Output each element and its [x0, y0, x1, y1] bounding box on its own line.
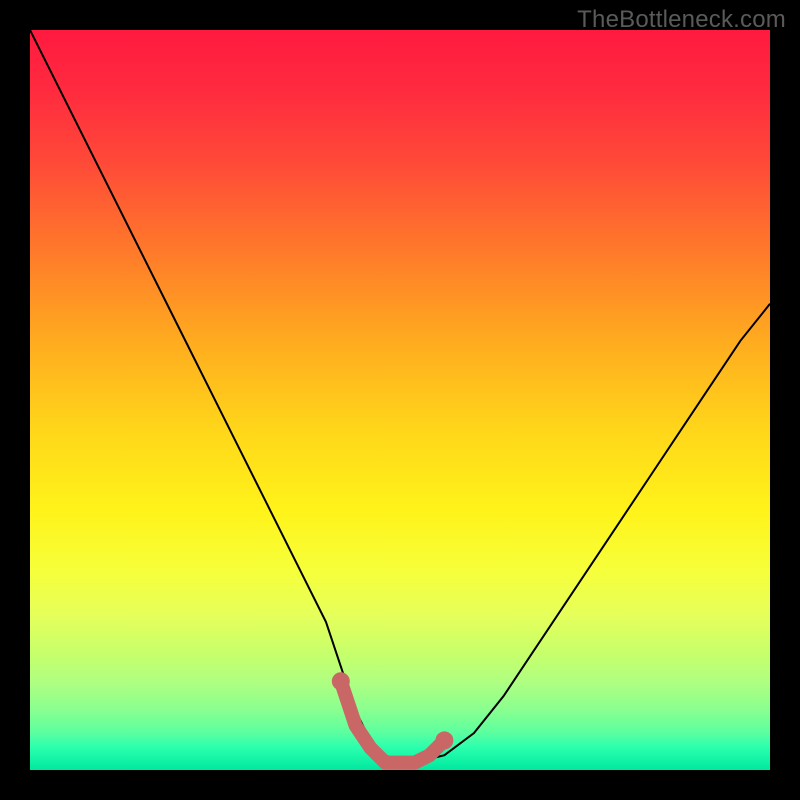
optimal-zone: [30, 30, 770, 770]
optimal-zone-endpoint: [332, 672, 350, 690]
plot-area: [30, 30, 770, 770]
chart-frame: TheBottleneck.com: [0, 0, 800, 800]
watermark-text: TheBottleneck.com: [577, 6, 786, 34]
optimal-zone-line: [341, 681, 445, 762]
optimal-zone-endpoint: [435, 731, 453, 749]
